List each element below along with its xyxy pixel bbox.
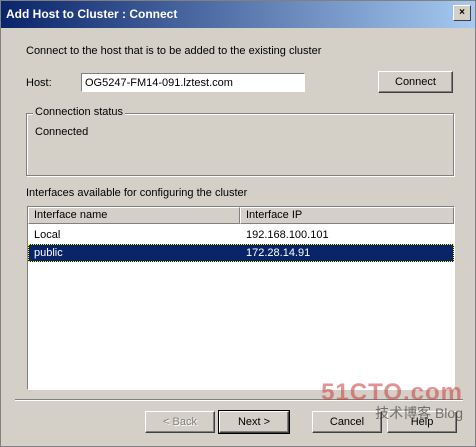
next-button-label: Next > <box>237 416 271 428</box>
title-bar[interactable]: Add Host to Cluster : Connect × <box>1 1 475 28</box>
column-header-interface-ip[interactable]: Interface IP <box>240 207 454 224</box>
connect-button-label: Connect <box>395 76 436 88</box>
cancel-button-label: Cancel <box>329 416 365 428</box>
list-header: Interface name Interface IP <box>28 207 454 224</box>
connection-status-text: Connected <box>35 126 89 138</box>
back-button[interactable]: < Back <box>145 411 215 433</box>
connect-button[interactable]: Connect <box>378 71 453 93</box>
table-row[interactable]: Local 192.168.100.101 <box>28 226 454 244</box>
interfaces-list[interactable]: Interface name Interface IP Local 192.16… <box>27 206 455 390</box>
host-label: Host: <box>26 77 52 89</box>
interface-ip-cell: 172.28.14.91 <box>246 247 311 259</box>
close-icon: × <box>459 7 465 18</box>
help-button[interactable]: Help <box>387 411 457 433</box>
connection-status-group: Connection status Connected <box>26 106 454 176</box>
intro-text: Connect to the host that is to be added … <box>26 45 322 57</box>
back-button-label: < Back <box>163 416 197 428</box>
close-button[interactable]: × <box>453 5 471 21</box>
dialog-title: Add Host to Cluster : Connect <box>6 7 178 21</box>
interface-name-cell: public <box>34 247 63 259</box>
interface-name-cell: Local <box>34 229 61 241</box>
interfaces-caption: Interfaces available for configuring the… <box>26 187 248 199</box>
host-input[interactable] <box>81 73 305 92</box>
help-button-label: Help <box>410 416 434 428</box>
footer-separator <box>15 399 463 401</box>
table-row-selected[interactable]: public 172.28.14.91 <box>28 244 454 262</box>
connection-status-legend: Connection status <box>33 106 126 118</box>
next-button[interactable]: Next > <box>218 410 290 434</box>
column-header-interface-name[interactable]: Interface name <box>28 207 240 224</box>
interface-ip-cell: 192.168.100.101 <box>246 229 329 241</box>
add-host-dialog: Add Host to Cluster : Connect × Connect … <box>0 0 476 447</box>
cancel-button[interactable]: Cancel <box>312 411 382 433</box>
